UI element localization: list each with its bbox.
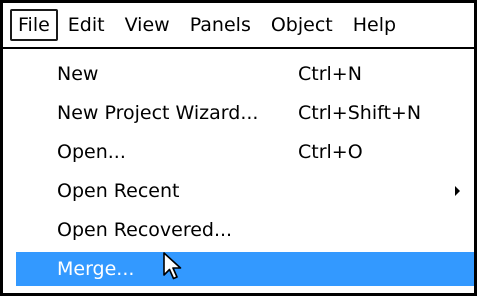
- menu-item-label: Open...: [57, 141, 126, 163]
- menu-item-new[interactable]: New Ctrl+N: [16, 57, 474, 91]
- frame-border-left: [0, 0, 3, 296]
- menu-item-open-recent[interactable]: Open Recent: [16, 174, 474, 208]
- menu-bar: File Edit View Panels Object Help: [3, 3, 474, 49]
- menu-item-label: New: [57, 63, 99, 85]
- menu-item-open-recovered[interactable]: Open Recovered...: [16, 213, 474, 247]
- menu-edit[interactable]: Edit: [58, 9, 115, 41]
- menu-item-shortcut: Ctrl+O: [298, 141, 363, 163]
- menu-item-label: Open Recent: [57, 180, 180, 202]
- file-dropdown-menu: New Ctrl+N New Project Wizard... Ctrl+Sh…: [3, 49, 474, 293]
- menu-help[interactable]: Help: [343, 9, 406, 41]
- menu-item-shortcut: Ctrl+N: [298, 63, 362, 85]
- menu-panels[interactable]: Panels: [180, 9, 261, 41]
- menu-view[interactable]: View: [115, 9, 180, 41]
- menu-item-label: Merge...: [57, 258, 135, 280]
- frame-border-top: [0, 0, 477, 3]
- menu-file[interactable]: File: [10, 9, 58, 41]
- menu-item-shortcut: Ctrl+Shift+N: [298, 102, 422, 124]
- menu-item-label: Open Recovered...: [57, 219, 233, 241]
- arrow-pointer-icon: [163, 252, 182, 280]
- menu-item-new-project-wizard[interactable]: New Project Wizard... Ctrl+Shift+N: [16, 96, 474, 130]
- menu-item-merge[interactable]: Merge...: [16, 252, 474, 286]
- menu-object[interactable]: Object: [261, 9, 343, 41]
- menu-item-open[interactable]: Open... Ctrl+O: [16, 135, 474, 169]
- menu-item-label: New Project Wizard...: [57, 102, 259, 124]
- submenu-arrow-icon: [455, 186, 460, 196]
- file-menu-screenshot: File Edit View Panels Object Help New Ct…: [0, 0, 477, 296]
